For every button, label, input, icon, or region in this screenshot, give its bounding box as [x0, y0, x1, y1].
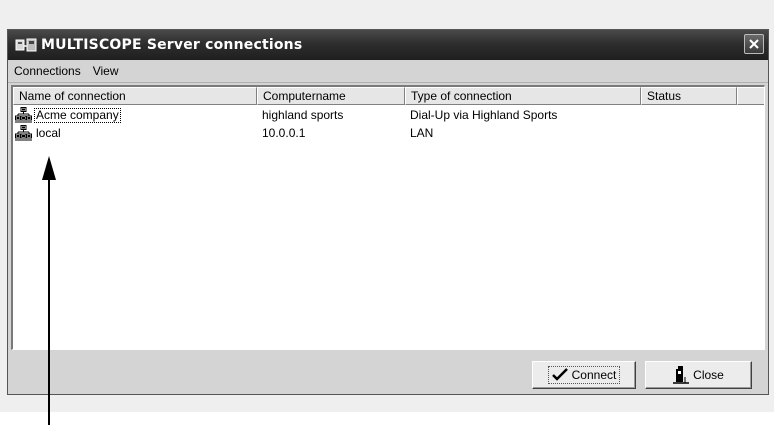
- column-header-computername[interactable]: Computername: [257, 87, 405, 105]
- server-connections-dialog: MULTISCOPE Server connections Connection…: [7, 29, 769, 395]
- callout-arrow-line: [48, 178, 50, 425]
- connections-list[interactable]: Name of connection Computername Type of …: [11, 85, 765, 350]
- menu-bar: Connections View: [8, 60, 768, 83]
- door-icon: [673, 366, 690, 384]
- cell-computername: 10.0.0.1: [262, 126, 306, 140]
- close-button[interactable]: Close: [645, 361, 752, 389]
- server-connections-icon: [15, 38, 37, 52]
- cell-type: LAN: [410, 126, 434, 140]
- column-header-filler: [737, 87, 764, 105]
- close-button-label: Close: [693, 368, 724, 382]
- button-bar: Connect Close: [8, 352, 768, 394]
- menu-connections[interactable]: Connections: [8, 64, 87, 78]
- cell-type: Dial-Up via Highland Sports: [410, 108, 558, 122]
- callout-arrow-head: [42, 156, 56, 180]
- connection-name: Acme company: [34, 107, 121, 123]
- connect-button[interactable]: Connect: [532, 361, 636, 389]
- cell-computername: highland sports: [262, 108, 344, 122]
- cell-name: local: [13, 125, 257, 141]
- cell-name: Acme company: [13, 107, 257, 123]
- network-icon: [15, 125, 32, 141]
- title-bar[interactable]: MULTISCOPE Server connections: [8, 30, 768, 60]
- column-header-status[interactable]: Status: [641, 87, 737, 105]
- table-row[interactable]: Acme company highland sports Dial-Up via…: [13, 106, 737, 124]
- connection-name: local: [36, 126, 61, 140]
- table-row[interactable]: local 10.0.0.1 LAN: [13, 124, 737, 142]
- close-icon[interactable]: [744, 34, 764, 54]
- column-header-name[interactable]: Name of connection: [13, 87, 257, 105]
- network-icon: [15, 107, 32, 123]
- menu-view[interactable]: View: [87, 64, 125, 78]
- window-title: MULTISCOPE Server connections: [41, 37, 303, 53]
- connect-button-label: Connect: [571, 368, 617, 382]
- checkmark-icon: [551, 368, 568, 381]
- list-header: Name of connection Computername Type of …: [13, 87, 764, 105]
- connect-button-focus: Connect: [547, 366, 621, 384]
- column-header-type[interactable]: Type of connection: [405, 87, 641, 105]
